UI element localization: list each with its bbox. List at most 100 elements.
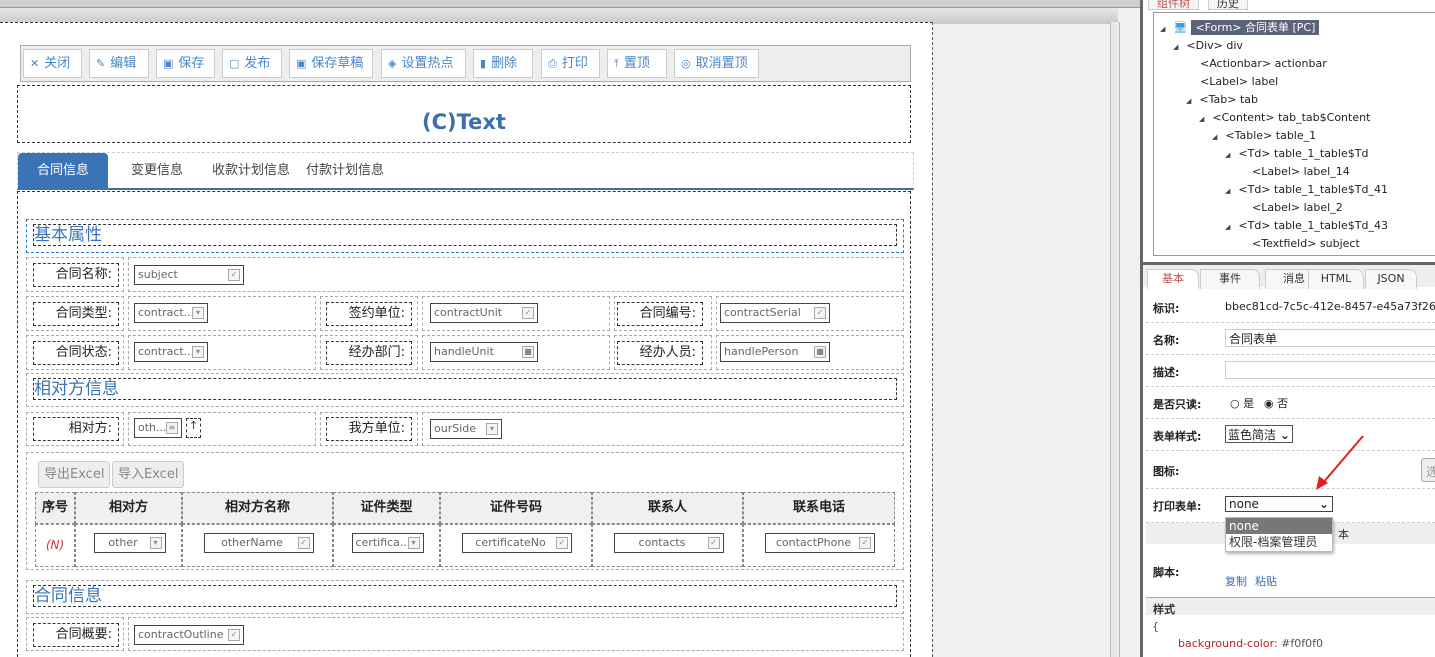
subtable-input[interactable]: certifica... ▾ xyxy=(351,533,424,553)
tree-node[interactable]: ◢ <Content> tab_tab$Content xyxy=(1199,109,1370,127)
style-header: 样式 xyxy=(1146,597,1435,616)
prop-desc: 描述: xyxy=(1146,355,1435,387)
tree-node[interactable]: ◢ <Td> table_1_table$Td_43 xyxy=(1225,217,1388,235)
readonly-no-radio[interactable]: ◉ 否 xyxy=(1264,395,1288,411)
copy-link[interactable]: 复制 xyxy=(1225,573,1247,589)
tree-node[interactable]: ◢ <Div> div xyxy=(1173,37,1243,55)
serial-input[interactable]: contractSerial ✓ xyxy=(720,303,830,323)
our-side-select[interactable]: ourSide ▾ xyxy=(430,419,502,439)
tree-node[interactable]: <Label> label_2 xyxy=(1238,199,1343,217)
option-none[interactable]: none xyxy=(1226,518,1332,534)
tree-node[interactable]: ◢ <Td> table_1_table$Td_41 xyxy=(1225,181,1388,199)
readonly-yes-radio[interactable]: ○ 是 xyxy=(1230,395,1254,411)
subtable-input[interactable]: contactPhone ✓ xyxy=(765,533,875,553)
expand-icon[interactable]: ◢ xyxy=(1199,115,1204,123)
expand-icon[interactable]: ◢ xyxy=(1212,133,1217,141)
vertical-scrollbar[interactable] xyxy=(1110,22,1120,657)
toolbar-button-0[interactable]: ✕ 关闭 xyxy=(23,49,82,78)
upload-icon[interactable]: ↑ xyxy=(186,418,201,438)
prop-icon: 图标: 选 xyxy=(1146,451,1435,489)
subtable-input[interactable]: other ▾ xyxy=(93,533,166,553)
prop-readonly: 是否只读: ○ 是 ◉ 否 xyxy=(1146,387,1435,419)
tree-node-label: <Textfield> subject xyxy=(1252,237,1360,250)
toolbar-button-label: 保存 xyxy=(178,56,205,71)
toolbar-button-1[interactable]: ✎ 编辑 xyxy=(89,49,149,78)
expand-icon[interactable]: ◢ xyxy=(1173,43,1178,51)
print-form-select[interactable]: none ⌄ xyxy=(1225,496,1333,512)
tree-node[interactable]: <Textfield> subject xyxy=(1238,235,1360,253)
component-tree: ◢ 🖥 <Form> 合同表单 [PC] ◢ <Div> div <Actionbar> … xyxy=(1153,12,1435,256)
expand-icon[interactable]: ◢ xyxy=(1225,187,1230,195)
tree-node[interactable]: ◢ <Table> table_1 xyxy=(1212,127,1316,145)
subtable-input[interactable]: otherName ✓ xyxy=(203,533,314,553)
toolbar-button-5[interactable]: ◈ 设置热点 xyxy=(381,49,466,78)
toolbar-button-3[interactable]: ▢ 发布 xyxy=(222,49,282,78)
tree-node-label: <Actionbar> actionbar xyxy=(1200,57,1327,70)
tree-node-label: <Tab> tab xyxy=(1199,93,1258,106)
column-header: 证件类型 xyxy=(333,492,440,524)
tab-payment-plan[interactable]: 付款计划信息 xyxy=(306,153,384,189)
prop-tab-4[interactable]: JSON xyxy=(1365,269,1417,289)
tree-node[interactable]: ◢ <Td> table_1_table$Td xyxy=(1225,145,1368,163)
expand-icon[interactable]: ◢ xyxy=(1186,97,1191,105)
unit-input[interactable]: contractUnit ✓ xyxy=(430,303,538,323)
expand-icon[interactable]: ◢ xyxy=(1225,151,1230,159)
tree-node[interactable]: ◢ <Tab> tab xyxy=(1186,91,1258,109)
cell xyxy=(128,257,904,292)
handleUnit-input[interactable]: handleUnit ■ xyxy=(430,342,538,362)
desc-input[interactable] xyxy=(1225,361,1435,379)
save-draft-icon: ▣ xyxy=(296,57,307,70)
toolbar-button-label: 取消置顶 xyxy=(695,56,748,71)
status-input[interactable]: contract... ▾ xyxy=(134,342,208,362)
toolbar-button-2[interactable]: ▣ 保存 xyxy=(156,49,215,78)
toolbar-button-label: 编辑 xyxy=(110,56,137,71)
tab-contract-info[interactable]: 合同信息 xyxy=(18,153,108,189)
subject-input[interactable]: subject ✓ xyxy=(134,265,244,285)
form-title: (C)Text xyxy=(17,85,911,143)
tree-node[interactable]: ◢ 🖥 <Form> 合同表单 [PC] xyxy=(1160,19,1320,37)
toolbar-button-7[interactable]: ⎙ 打印 xyxy=(541,49,600,78)
tree-node-label: <Table> table_1 xyxy=(1225,129,1317,142)
expand-icon[interactable]: ◢ xyxy=(1160,25,1165,33)
paste-link[interactable]: 粘贴 xyxy=(1255,573,1277,589)
close-icon: ✕ xyxy=(30,57,40,70)
toolbar-button-8[interactable]: ⤒ 置顶 xyxy=(607,49,667,78)
list-icon: ≡ xyxy=(166,422,178,434)
subtable-input[interactable]: contacts ✓ xyxy=(613,533,724,553)
dropdown-icon: ▾ xyxy=(149,537,162,549)
tree-node-label: <Form> 合同表单 [PC] xyxy=(1191,20,1320,35)
export-excel-button[interactable]: 导出Excel xyxy=(38,461,111,488)
handlePerson-input[interactable]: handlePerson ■ xyxy=(720,342,830,362)
type-input[interactable]: contract... ▾ xyxy=(134,303,208,323)
toolbar-button-6[interactable]: ▮ 删除 xyxy=(473,49,533,78)
outline-input[interactable]: contractOutline ✓ xyxy=(134,625,244,645)
tab-component-tree[interactable]: 组件树 xyxy=(1148,0,1199,10)
tab-receipt-plan[interactable]: 收款计划信息 xyxy=(212,153,290,189)
tab-bar: 合同信息 变更信息 收款计划信息 付款计划信息 xyxy=(17,152,914,190)
field-value: contractSerial xyxy=(724,306,801,319)
form-style-select[interactable]: 蓝色简洁 ⌄ xyxy=(1225,425,1293,443)
icon-select-button[interactable]: 选 xyxy=(1421,458,1435,482)
toolbar-button-9[interactable]: ◎ 取消置顶 xyxy=(674,49,759,78)
import-excel-button[interactable]: 导入Excel xyxy=(112,461,185,488)
prop-tab-1[interactable]: 事件 xyxy=(1200,269,1260,289)
expand-icon[interactable]: ◢ xyxy=(1225,223,1230,231)
tab-change-info[interactable]: 变更信息 xyxy=(131,153,183,189)
field-value: contacts xyxy=(638,536,686,549)
other-input[interactable]: oth... ≡ xyxy=(134,418,182,438)
tree-node[interactable]: <Label> label_14 xyxy=(1238,163,1350,181)
subtable-input[interactable]: certificateNo ✓ xyxy=(462,533,572,553)
tree-node-label: <Div> div xyxy=(1186,39,1243,52)
label-unit: 签约单位: xyxy=(326,302,412,326)
tree-node[interactable]: <Actionbar> actionbar xyxy=(1186,55,1327,73)
prop-tab-0[interactable]: 基本 xyxy=(1147,269,1199,289)
save-icon: ▣ xyxy=(163,57,174,70)
name-input[interactable]: 合同表单 xyxy=(1225,329,1435,347)
tab-history[interactable]: 历史 xyxy=(1208,0,1248,10)
prop-tab-3[interactable]: HTML xyxy=(1308,269,1364,289)
tree-node[interactable]: <Label> label xyxy=(1186,73,1278,91)
label: 图标: xyxy=(1153,465,1180,478)
toolbar-button-4[interactable]: ▣ 保存草稿 xyxy=(289,49,373,78)
column-header: 证件号码 xyxy=(440,492,592,524)
tree-node-label: <Td> table_1_table$Td xyxy=(1238,147,1369,160)
